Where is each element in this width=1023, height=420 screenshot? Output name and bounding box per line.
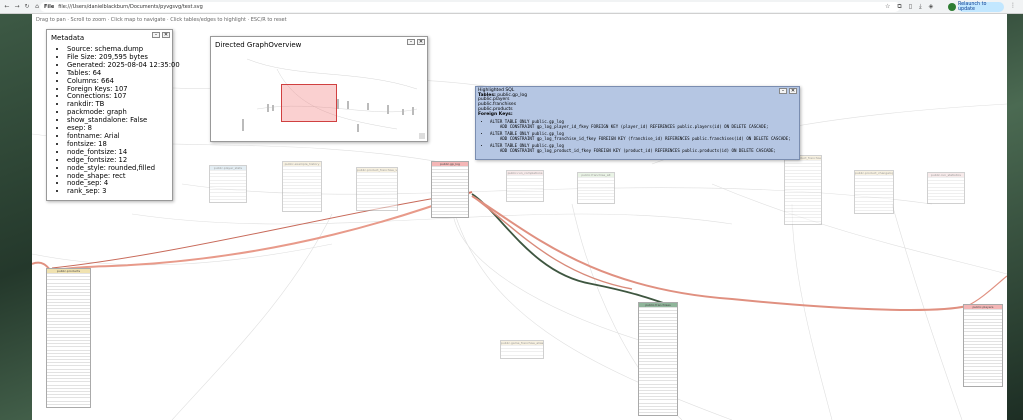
highlighted-sql-panel[interactable]: Highlighted SQL Tables: public.gp_log pu… xyxy=(475,86,800,160)
schema-table[interactable]: public.franchises xyxy=(638,302,678,417)
close-icon[interactable]: ✕ xyxy=(789,88,797,94)
sql-statement: ALTER TABLE ONLY public.gp_log ADD CONST… xyxy=(490,119,791,129)
table-row xyxy=(47,403,90,407)
metadata-panel[interactable]: Metadata – ✕ Source: schema.dumpFile Siz… xyxy=(46,29,180,201)
sidebar-icon[interactable]: ▯ xyxy=(909,3,912,11)
table-row xyxy=(639,412,677,415)
table-header: public.game_franchise_alias xyxy=(501,341,544,345)
minimize-button[interactable]: – xyxy=(152,32,160,38)
minimize-button[interactable]: – xyxy=(779,88,787,94)
extensions-icon[interactable]: ⧉ xyxy=(897,3,901,11)
table-header: public.product_changelog xyxy=(855,171,894,175)
table-row xyxy=(432,213,468,217)
minimize-button[interactable]: – xyxy=(407,39,415,45)
table-row xyxy=(507,197,543,200)
schema-table[interactable]: public.franchise_alt xyxy=(577,172,615,204)
table-row xyxy=(283,207,321,210)
table-row xyxy=(357,207,397,210)
schema-table[interactable]: public.product_franchise_map xyxy=(784,155,822,225)
browser-toolbar: ← → ↻ ⌂ File file:///Users/danielblackbu… xyxy=(0,0,1023,14)
schema-table[interactable]: public.gp_log xyxy=(431,161,469,218)
table-header: public.player_stats xyxy=(210,166,246,170)
table-header: public.franchise_alt xyxy=(578,173,614,177)
reload-icon[interactable]: ↻ xyxy=(22,3,32,10)
metadata-title: Metadata xyxy=(51,34,85,42)
sql-fk-label: Foreign Keys: xyxy=(478,111,513,117)
table-row xyxy=(210,198,246,202)
table-row xyxy=(855,210,893,213)
arrow-left-icon[interactable]: ← xyxy=(2,3,12,10)
metadata-item: rank_sep: 3 xyxy=(67,187,180,196)
table-row xyxy=(964,382,1002,385)
schema-table[interactable]: public.product_franchise_variant xyxy=(356,167,398,212)
table-header: public.run_completions xyxy=(507,171,543,175)
schema-table[interactable]: public.example_history xyxy=(282,161,322,212)
table-row xyxy=(785,220,821,224)
viewport-indicator[interactable] xyxy=(281,84,337,122)
schema-table[interactable]: public.player_stats xyxy=(209,165,247,203)
more-menu-icon[interactable]: ⋮ xyxy=(1010,2,1016,9)
table-header: public.product_franchise_variant xyxy=(357,168,398,172)
sql-statement: ALTER TABLE ONLY public.gp_log ADD CONST… xyxy=(490,144,791,153)
close-icon[interactable]: ✕ xyxy=(417,39,425,45)
relaunch-button[interactable]: Relaunch to update xyxy=(958,2,1004,12)
table-row xyxy=(501,354,543,358)
table-row xyxy=(578,199,614,202)
schema-table[interactable]: public.product_changelog xyxy=(854,170,894,215)
arrow-right-icon[interactable]: → xyxy=(12,3,22,10)
resize-handle[interactable] xyxy=(419,133,425,139)
schema-table[interactable]: public.products xyxy=(46,268,91,408)
sql-header: Highlighted SQL Tables: public.gp_log pu… xyxy=(478,88,527,117)
avatar[interactable] xyxy=(948,3,956,11)
schema-table[interactable]: public.run_statistics xyxy=(927,172,965,204)
sql-statement: ALTER TABLE ONLY public.gp_log ADD CONST… xyxy=(490,131,791,141)
overview-panel[interactable]: Directed GraphOverview – ✕ xyxy=(210,36,428,142)
download-icon[interactable]: ⤓ xyxy=(919,3,922,11)
address-bar[interactable]: File file:///Users/danielblackburn/Docum… xyxy=(40,2,900,12)
table-header: public.run_statistics xyxy=(928,173,964,177)
close-icon[interactable]: ✕ xyxy=(162,32,170,38)
url-text: file:///Users/danielblackburn/Documents/… xyxy=(58,4,203,10)
metadata-list: Source: schema.dumpFile Size: 209,595 by… xyxy=(57,45,180,196)
url-chip: File xyxy=(44,4,55,10)
schema-table[interactable]: public.game_franchise_alias xyxy=(500,340,544,359)
star-icon[interactable]: ☆ xyxy=(885,3,890,11)
overview-title: Directed GraphOverview xyxy=(215,41,302,49)
sql-statement-list: ALTER TABLE ONLY public.gp_log ADD CONST… xyxy=(490,119,791,157)
schema-table[interactable]: public.run_completions xyxy=(506,170,544,202)
table-header: public.example_history xyxy=(283,162,321,166)
schema-table[interactable]: public.players xyxy=(963,304,1003,387)
profile-icon[interactable]: ◈ xyxy=(929,3,934,11)
hint-text: Drag to pan · Scroll to zoom · Click map… xyxy=(36,17,287,23)
table-row xyxy=(928,199,964,202)
